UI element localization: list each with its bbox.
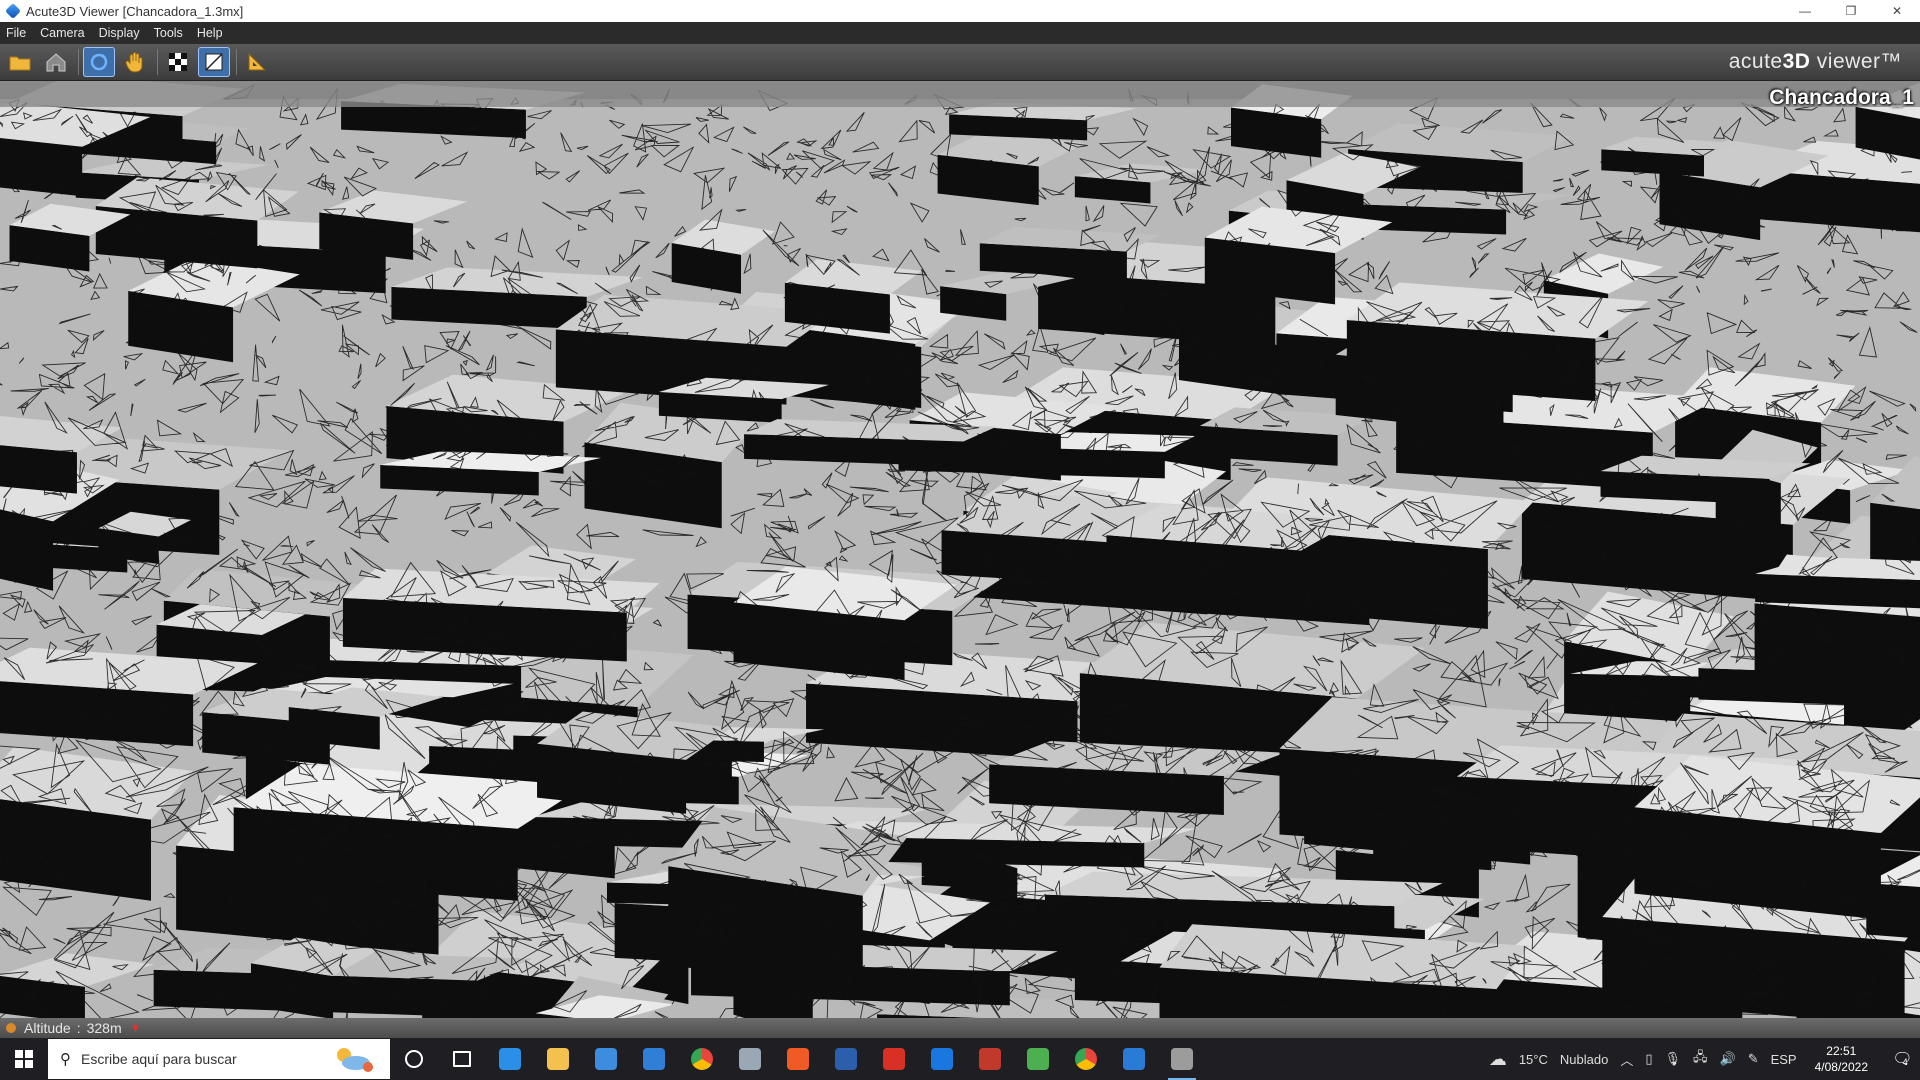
taskbar-app-defender[interactable]: [1110, 1038, 1158, 1080]
clock-date: 4/08/2022: [1814, 1060, 1868, 1074]
acrobat-icon: [883, 1048, 905, 1070]
notification-count: 4: [1902, 1057, 1908, 1067]
scanner-icon: [739, 1048, 761, 1070]
altitude-value: 328m: [86, 1020, 122, 1036]
restore-button[interactable]: ❐: [1828, 0, 1874, 22]
open-folder-icon: [9, 56, 31, 71]
texture-button[interactable]: [162, 47, 194, 77]
search-placeholder: Escribe aquí para buscar: [81, 1051, 237, 1067]
language-indicator[interactable]: ESP: [1771, 1052, 1797, 1067]
menu-tools[interactable]: Tools: [148, 24, 189, 42]
taskbar-app-acute3d[interactable]: [1158, 1038, 1206, 1080]
taskbar-app-file-explorer[interactable]: [534, 1038, 582, 1080]
toolbar-separator-3: [236, 49, 237, 75]
taskbar-search-box[interactable]: ⚲ Escribe aquí para buscar: [48, 1039, 390, 1079]
device-icon[interactable]: ▯: [1645, 1051, 1652, 1067]
taskbar-app-task-view[interactable]: [438, 1038, 486, 1080]
wireframe-mesh-render: [0, 81, 1920, 1018]
taskbar-app-brave[interactable]: [774, 1038, 822, 1080]
taskbar-app-scanner[interactable]: [726, 1038, 774, 1080]
taskbar-app-mail[interactable]: [630, 1038, 678, 1080]
store-icon: [595, 1048, 617, 1070]
3d-viewport[interactable]: Chancadora_1: [0, 81, 1920, 1018]
open-folder-button[interactable]: [4, 47, 36, 77]
cortana-icon: [405, 1050, 423, 1068]
rotate-button[interactable]: [83, 47, 115, 77]
menu-camera[interactable]: Camera: [34, 24, 90, 42]
toolbar-separator-2: [157, 49, 158, 75]
acute3d-app-icon: [5, 3, 21, 19]
windows-logo-icon: [15, 1050, 33, 1068]
taskbar-app-chrome-2[interactable]: [1062, 1038, 1110, 1080]
task-view-icon: [453, 1051, 471, 1067]
title-bar: Acute3D Viewer [Chancadora_1.3mx] — ❐ ✕: [0, 0, 1920, 22]
chrome-icon-2: [1075, 1048, 1097, 1070]
taskbar-app-chrome[interactable]: [678, 1038, 726, 1080]
taskbar-app-edge[interactable]: [486, 1038, 534, 1080]
taskbar-app-store[interactable]: [582, 1038, 630, 1080]
brave-icon: [787, 1048, 809, 1070]
mail-icon: [643, 1048, 665, 1070]
menu-display[interactable]: Display: [93, 24, 146, 42]
microphone-icon[interactable]: 🎙: [1664, 1051, 1681, 1067]
weather-text[interactable]: Nublado: [1560, 1052, 1608, 1067]
taskbar-app-cortana[interactable]: [390, 1038, 438, 1080]
rotate-icon: [90, 53, 108, 71]
wireframe-button[interactable]: [198, 47, 230, 77]
altitude-marker-icon: [6, 1023, 16, 1033]
toolbar-separator: [78, 49, 79, 75]
weather-temp[interactable]: 15°C: [1519, 1052, 1548, 1067]
word-icon: [835, 1048, 857, 1070]
taskbar-app-cloud-app[interactable]: [966, 1038, 1014, 1080]
weather-illustration-icon: [337, 1048, 373, 1072]
file-explorer-icon: [547, 1048, 569, 1070]
taskbar-app-gis[interactable]: [1014, 1038, 1062, 1080]
minimize-button[interactable]: —: [1782, 0, 1828, 22]
acute3d-icon: [1171, 1048, 1193, 1070]
network-icon[interactable]: 🖧: [1693, 1048, 1708, 1070]
wireframe-icon: [205, 53, 223, 71]
home-icon: [46, 53, 66, 72]
home-button[interactable]: [40, 47, 72, 77]
menu-help[interactable]: Help: [191, 24, 229, 42]
altitude-arrow-icon: ▼: [129, 1021, 142, 1035]
teamviewer-icon: [931, 1048, 953, 1070]
pan-hand-icon: [125, 52, 143, 73]
search-icon: ⚲: [60, 1051, 71, 1068]
chevron-up-icon[interactable]: ︿: [1620, 1050, 1633, 1069]
edge-icon: [499, 1048, 521, 1070]
clock[interactable]: 22:51 4/08/2022: [1815, 1043, 1868, 1075]
clock-time: 22:51: [1826, 1044, 1857, 1058]
notification-button[interactable]: 🗨 4: [1880, 1038, 1920, 1080]
gis-icon: [1027, 1048, 1049, 1070]
defender-icon: [1123, 1048, 1145, 1070]
status-bar: Altitude : 328m ▼: [0, 1018, 1920, 1038]
brand-logo: acute3D viewer™: [1728, 50, 1902, 73]
taskbar-app-word[interactable]: [822, 1038, 870, 1080]
volume-icon[interactable]: 🔊: [1720, 1051, 1736, 1067]
pan-button[interactable]: [119, 47, 151, 77]
window-title: Acute3D Viewer [Chancadora_1.3mx]: [26, 3, 244, 19]
measure-button[interactable]: [241, 47, 273, 77]
menu-bar: File Camera Display Tools Help: [0, 22, 1920, 44]
measure-icon: [248, 52, 267, 71]
cloud-weather-icon[interactable]: ☁: [1489, 1049, 1507, 1070]
close-button[interactable]: ✕: [1874, 0, 1920, 22]
windows-taskbar: ⚲ Escribe aquí para buscar ☁ 15°C Nublad…: [0, 1038, 1920, 1080]
taskbar-app-acrobat[interactable]: [870, 1038, 918, 1080]
system-tray: ☁ 15°C Nublado ︿ ▯ 🎙 🖧 🔊 ✎ ESP 22:51 4/0…: [1483, 1038, 1920, 1080]
checker-texture-icon: [169, 53, 187, 71]
model-name-label: Chancadora_1: [1769, 86, 1914, 109]
pen-icon[interactable]: ✎: [1748, 1051, 1759, 1067]
start-button[interactable]: [0, 1038, 48, 1080]
cloud-app-icon: [979, 1048, 1001, 1070]
toolbar: [0, 44, 1920, 81]
chrome-icon: [691, 1048, 713, 1070]
menu-file[interactable]: File: [0, 24, 32, 42]
taskbar-app-teamviewer[interactable]: [918, 1038, 966, 1080]
taskbar-apps: [390, 1038, 1206, 1080]
altitude-label: Altitude: [24, 1020, 71, 1036]
